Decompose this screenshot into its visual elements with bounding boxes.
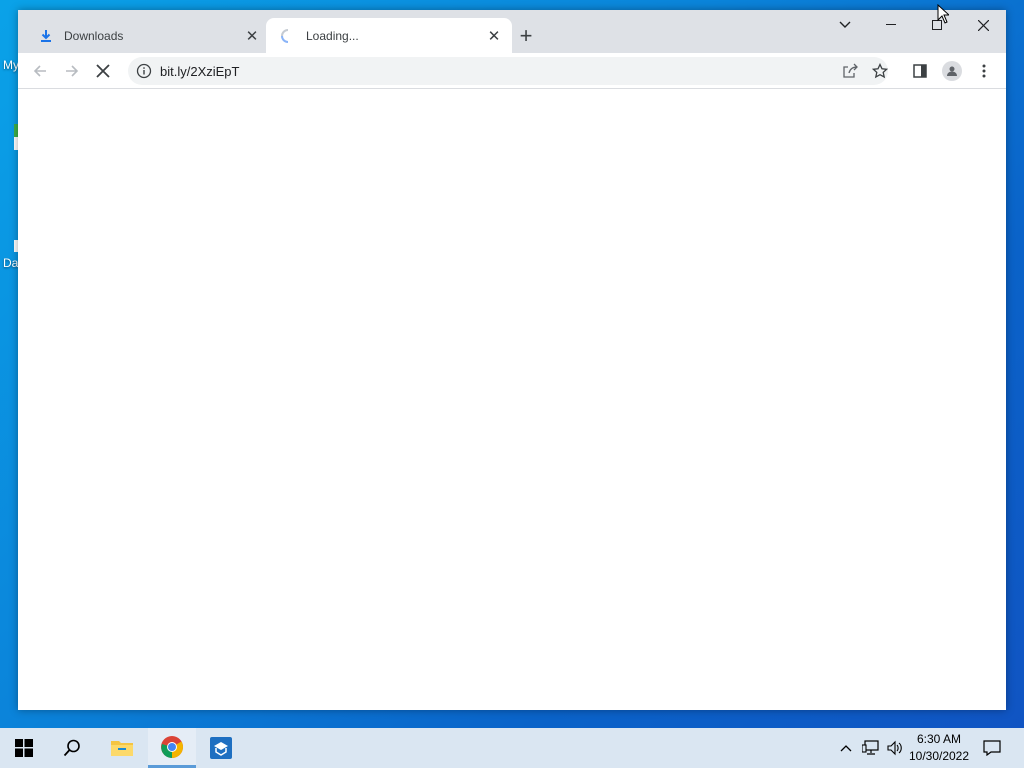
new-tab-button[interactable]: + bbox=[514, 23, 538, 48]
file-explorer-icon[interactable] bbox=[98, 728, 146, 768]
url-text: bit.ly/2XziEpT bbox=[160, 63, 240, 79]
tab-close-icon[interactable]: ✕ bbox=[484, 26, 504, 46]
mouse-cursor-icon bbox=[937, 3, 951, 29]
bookmark-star-icon[interactable] bbox=[866, 57, 894, 85]
tab-search-icon[interactable] bbox=[822, 10, 868, 40]
browser-toolbar: bit.ly/2XziEpT bbox=[18, 53, 1006, 89]
search-icon[interactable] bbox=[48, 728, 96, 768]
tab-title: Loading... bbox=[306, 28, 359, 43]
network-icon[interactable] bbox=[860, 728, 882, 768]
close-icon[interactable] bbox=[960, 10, 1006, 40]
loading-spinner-icon bbox=[280, 28, 296, 44]
tab-loading[interactable]: Loading... ✕ bbox=[266, 18, 512, 53]
minimize-icon[interactable] bbox=[868, 10, 914, 40]
desktop-icon-label-2[interactable]: Da bbox=[3, 256, 18, 270]
tab-strip: Downloads ✕ Loading... ✕ + bbox=[18, 10, 1006, 53]
menu-icon[interactable] bbox=[970, 57, 998, 85]
tab-title: Downloads bbox=[64, 28, 124, 43]
tab-downloads[interactable]: Downloads ✕ bbox=[24, 18, 270, 53]
system-clock[interactable]: 6:30 AM 10/30/2022 bbox=[902, 731, 976, 765]
stop-icon[interactable] bbox=[89, 57, 117, 85]
clock-time: 6:30 AM bbox=[916, 732, 962, 746]
download-icon bbox=[38, 28, 54, 44]
side-panel-icon[interactable] bbox=[906, 57, 934, 85]
address-bar[interactable]: bit.ly/2XziEpT bbox=[128, 57, 888, 85]
notification-icon[interactable] bbox=[978, 728, 1006, 768]
taskbar: 6:30 AM 10/30/2022 bbox=[0, 728, 1024, 768]
browser-window: Downloads ✕ Loading... ✕ + bit.ly/2XziEp… bbox=[18, 10, 1006, 710]
back-icon[interactable] bbox=[26, 57, 54, 85]
avatar bbox=[942, 61, 962, 81]
chrome-icon[interactable] bbox=[148, 728, 196, 768]
share-icon[interactable] bbox=[836, 57, 864, 85]
clock-date: 10/30/2022 bbox=[908, 749, 970, 763]
profile-icon[interactable] bbox=[938, 57, 966, 85]
page-content bbox=[18, 90, 1006, 710]
chevron-up-icon[interactable] bbox=[836, 728, 856, 768]
desktop-icon-label[interactable]: My bbox=[3, 58, 19, 72]
app-icon[interactable] bbox=[197, 728, 245, 768]
windows-start-icon[interactable] bbox=[0, 728, 48, 768]
site-info-icon[interactable] bbox=[136, 63, 152, 79]
forward-icon[interactable] bbox=[58, 57, 86, 85]
tab-close-icon[interactable]: ✕ bbox=[242, 26, 262, 46]
